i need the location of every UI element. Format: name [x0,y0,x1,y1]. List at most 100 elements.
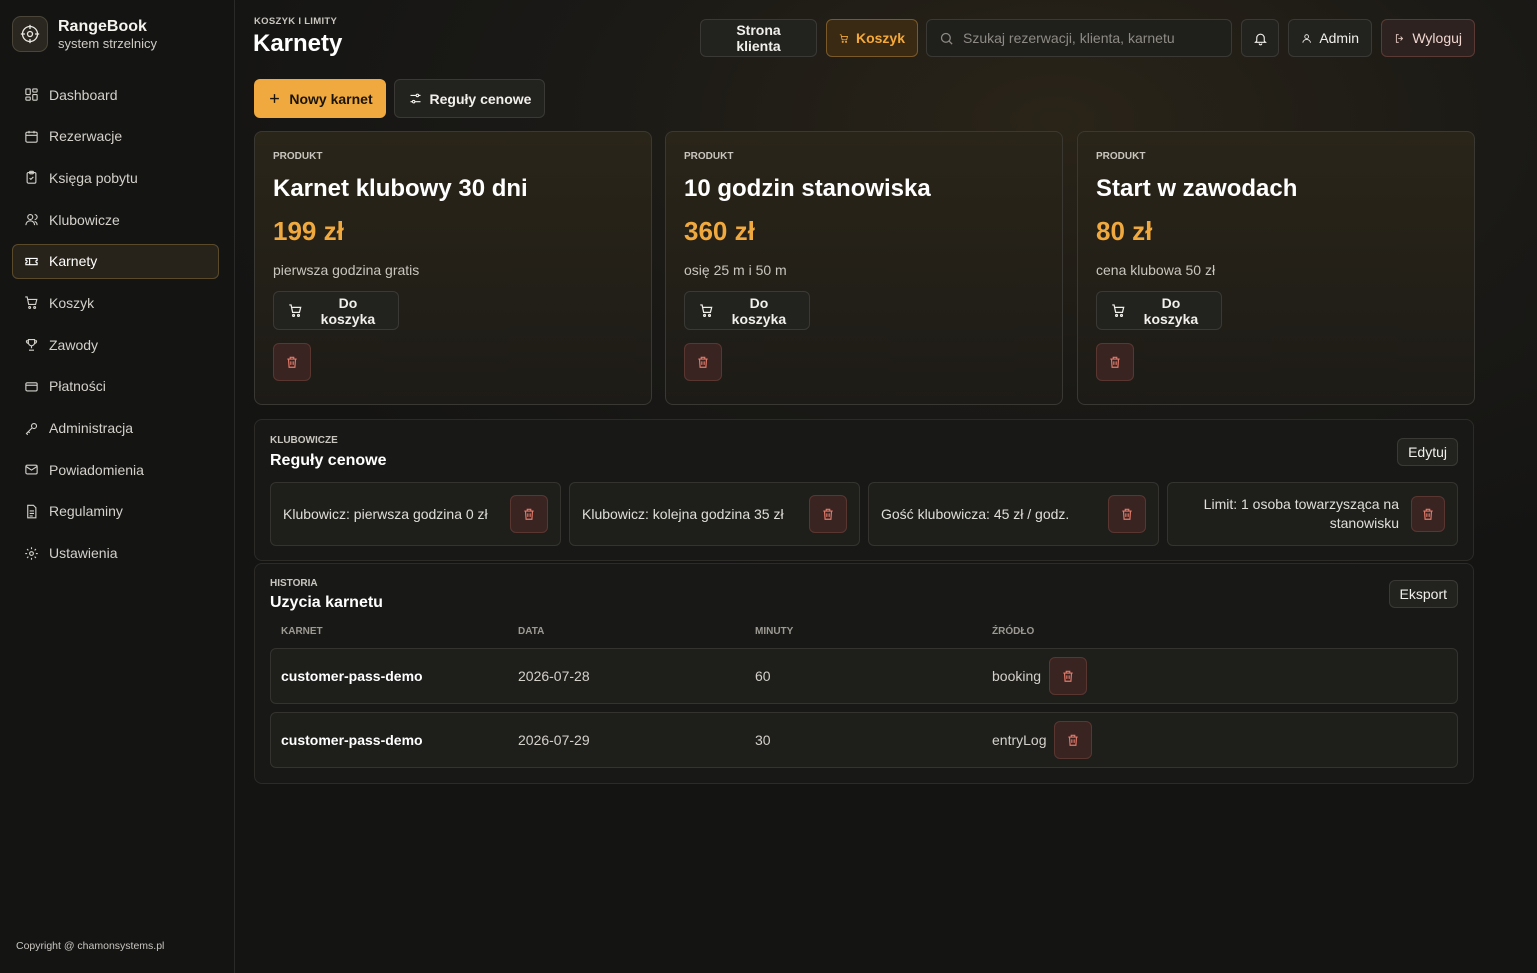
sidebar: RangeBook system strzelnicy Dashboard Re… [0,0,235,973]
document-icon [27,504,37,519]
product-card: PRODUKT Karnet klubowy 30 dni 199 zł pie… [254,131,652,405]
app-name: RangeBook [58,17,147,35]
sidebar-item-karnety[interactable]: Karnety [12,243,219,279]
delete-button[interactable] [809,495,847,533]
price-rules-button[interactable]: Reguły cenowe [394,79,545,118]
edit-button[interactable]: Edytuj [1397,438,1458,466]
cell-pass: customer-pass-demo [281,732,423,748]
card-description: osię 25 m i 50 m [684,262,787,278]
logout-button[interactable]: Wyloguj [1381,19,1475,57]
card-kicker: PRODUKT [684,151,734,162]
delete-button[interactable] [273,343,311,381]
add-to-cart-label: Do koszyka [320,294,376,327]
calendar-icon [25,130,38,143]
client-page-button[interactable]: Strona klienta [700,19,817,57]
search-placeholder: Szukaj rezerwacji, klienta, karnetu [963,30,1175,46]
delete-button[interactable] [1049,657,1088,695]
sidebar-item-klubowicze[interactable]: Klubowicze [12,202,219,237]
wallet-icon [25,382,38,392]
sidebar-item-label: Dashboard [49,86,118,103]
topbar: Strona klienta Koszyk Szukaj rezerwacji,… [700,19,1475,57]
ticket-icon [25,257,38,265]
admin-button[interactable]: Admin [1288,19,1372,57]
sidebar-item-label: Rezerwacje [49,128,123,145]
user-icon [25,214,38,226]
sidebar-item-dashboard[interactable]: Dashboard [12,77,219,112]
column-header-minutes: MINUTY [755,626,794,637]
sidebar-item-ksiega-pobytu[interactable]: Księga pobytu [12,160,219,195]
sidebar-item-powiadomienia[interactable]: Powiadomienia [12,452,219,487]
delete-button[interactable] [1054,721,1093,759]
search-input[interactable]: Szukaj rezerwacji, klienta, karnetu [926,19,1232,57]
card-kicker: PRODUKT [273,151,323,162]
app-subtitle: system strzelnicy [58,35,157,51]
table-row[interactable]: customer-pass-demo 2026-07-29 30 entryLo… [270,712,1458,768]
add-to-cart-button[interactable]: Do koszyka [273,291,399,330]
sidebar-item-platnosci[interactable]: Płatności [12,369,219,404]
card-price: 199 zł [273,216,344,246]
trash-icon [1068,734,1079,746]
plus-icon [270,94,280,103]
delete-button[interactable] [510,495,548,533]
delete-button[interactable] [1096,343,1134,381]
price-rule: Limit: 1 osoba towarzysząca na stanowisk… [1167,482,1458,546]
cart-icon [700,304,713,317]
card-title: Karnet klubowy 30 dni [273,175,528,202]
cart-icon [289,304,302,317]
pass-usage-panel: HISTORIA Uzycia karnetu Eksport KARNET D… [254,563,1474,784]
panel-kicker: KLUBOWICZE [270,435,338,446]
sidebar-item-rezerwacje[interactable]: Rezerwacje [12,119,219,154]
card-title: Start w zawodach [1096,175,1298,202]
logout-icon [1395,33,1404,43]
sidebar-item-label: Klubowicze [49,211,120,228]
cart-icon [1112,304,1125,317]
gear-icon [25,546,38,560]
add-to-cart-button[interactable]: Do koszyka [684,291,810,330]
card-price: 80 zł [1096,216,1153,246]
logout-button-label: Wyloguj [1412,30,1462,46]
sidebar-item-koszyk[interactable]: Koszyk [12,285,219,320]
cell-source: entryLog [992,713,1093,767]
sidebar-item-regulaminy[interactable]: Regulaminy [12,494,219,529]
column-header-date: DATA [518,626,545,637]
cart-icon [25,296,38,310]
trash-icon [524,508,534,520]
panel-title: Reguły cenowe [270,452,387,469]
price-rule-text: Limit: 1 osoba towarzysząca na stanowisk… [1203,496,1399,531]
crosshair-icon [12,16,48,52]
table-row[interactable]: customer-pass-demo 2026-07-28 60 booking [270,648,1458,704]
trash-icon [823,508,833,520]
delete-button[interactable] [1411,496,1445,532]
card-description: pierwsza godzina gratis [273,262,420,278]
sidebar-item-label: Administracja [49,420,134,436]
panel-title: Uzycia karnetu [270,594,383,611]
cart-button[interactable]: Koszyk [826,19,918,57]
add-to-cart-label: Do koszyka [1143,294,1199,327]
sidebar-item-ustawienia[interactable]: Ustawienia [12,536,219,571]
card-price: 360 zł [684,216,755,246]
price-rule: Klubowicz: pierwsza godzina 0 zł [270,482,561,546]
bell-icon [1253,33,1267,45]
card-title: 10 godzin stanowiska [684,175,931,202]
admin-button-label: Admin [1319,30,1359,46]
delete-button[interactable] [684,343,722,381]
cell-source-text: entryLog [992,732,1047,748]
sidebar-item-label: Powiadomienia [49,461,144,478]
price-rule-text: Klubowicz: pierwsza godzina 0 zł [283,506,488,522]
sidebar-item-zawody[interactable]: Zawody [12,327,219,362]
sidebar-item-label: Księga pobytu [49,169,138,186]
price-rules-label: Reguły cenowe [429,90,532,107]
notifications-button[interactable] [1241,19,1279,57]
trash-icon [287,356,297,368]
cell-date: 2026-07-28 [518,668,590,684]
sidebar-item-administracja[interactable]: Administracja [12,411,219,446]
price-rule: Gość klubowicza: 45 zł / godz. [868,482,1159,546]
new-pass-button[interactable]: Nowy karnet [254,79,386,118]
product-card: PRODUKT Start w zawodach 80 zł cena klub… [1077,131,1475,405]
brand[interactable]: RangeBook system strzelnicy [12,16,157,52]
add-to-cart-button[interactable]: Do koszyka [1096,291,1222,330]
delete-button[interactable] [1108,495,1146,533]
export-button[interactable]: Eksport [1388,580,1458,608]
sidebar-item-label: Karnety [49,253,98,270]
trash-icon [1110,356,1120,368]
